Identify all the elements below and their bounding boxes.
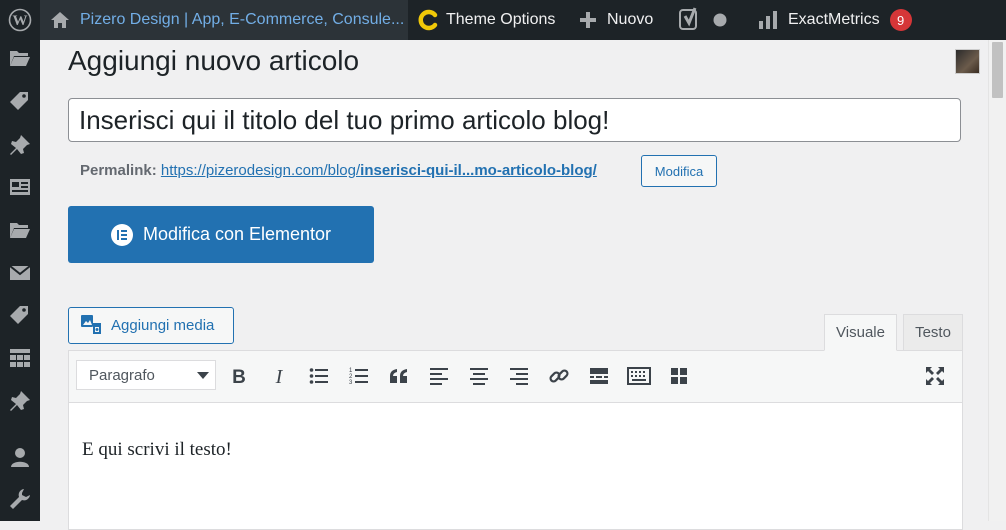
yoast-icon <box>679 7 701 33</box>
content-editor: Paragrafo B I 123 E qui scrivi il testo! <box>68 350 963 530</box>
scrollbar-thumb[interactable] <box>992 42 1003 98</box>
exactmetrics-menu[interactable]: ExactMetrics 9 <box>758 0 912 40</box>
svg-text:B: B <box>232 367 246 386</box>
align-right-icon[interactable] <box>506 363 532 389</box>
permalink-base: https://pizerodesign.com/blog/ <box>160 162 361 179</box>
permalink-slug: inserisci-qui-il...mo-articolo-blog/ <box>360 162 597 179</box>
fullscreen-icon[interactable] <box>922 363 948 389</box>
sidebar-item-products-tag-icon[interactable] <box>4 299 36 331</box>
tab-text[interactable]: Testo <box>903 314 963 351</box>
seo-status-dot-icon <box>713 13 727 27</box>
sidebar-item-mail-icon[interactable] <box>4 257 36 289</box>
site-name-label: Pizero Design | App, E-Commerce, Consule… <box>80 11 405 28</box>
elementor-button-label: Modifica con Elementor <box>142 224 332 244</box>
svg-text:I: I <box>275 366 284 386</box>
page-scrollbar[interactable] <box>988 40 1006 521</box>
grid-blocks-icon[interactable] <box>666 363 692 389</box>
italic-button[interactable]: I <box>266 363 292 389</box>
admin-sidebar <box>0 40 40 521</box>
home-icon <box>50 10 70 30</box>
admin-bar: W Pizero Design | App, E-Commerce, Consu… <box>0 0 1006 40</box>
chevron-down-icon <box>197 372 209 379</box>
avatar[interactable] <box>955 49 980 74</box>
bullet-list-icon[interactable] <box>306 363 332 389</box>
new-label: Nuovo <box>607 11 654 28</box>
tab-visual[interactable]: Visuale <box>824 314 897 351</box>
sidebar-item-table-icon[interactable] <box>4 342 36 374</box>
sidebar-item-tools-wrench-icon[interactable] <box>4 483 36 515</box>
theme-options-icon <box>418 9 440 31</box>
editor-toolbar: Paragrafo B I 123 <box>69 351 962 403</box>
permalink-row: Permalink: https://pizerodesign.com/blog… <box>80 162 597 179</box>
theme-options-label: Theme Options <box>446 11 556 28</box>
blockquote-icon[interactable] <box>386 363 412 389</box>
numbered-list-icon[interactable]: 123 <box>346 363 372 389</box>
format-select[interactable]: Paragrafo <box>76 360 216 390</box>
site-name-menu[interactable]: Pizero Design | App, E-Commerce, Consule… <box>40 0 408 40</box>
sidebar-item-users-icon[interactable] <box>4 441 36 473</box>
toolbar-toggle-keyboard-icon[interactable] <box>626 363 652 389</box>
add-media-label: Aggiungi media <box>111 317 215 334</box>
edit-permalink-button[interactable]: Modifica <box>641 155 717 187</box>
elementor-logo-icon <box>110 223 133 246</box>
bold-button[interactable]: B <box>226 363 252 389</box>
edit-with-elementor-button[interactable]: Modifica con Elementor <box>68 206 374 263</box>
yoast-seo-menu[interactable] <box>679 0 727 40</box>
align-center-icon[interactable] <box>466 363 492 389</box>
exactmetrics-label: ExactMetrics <box>788 11 880 28</box>
sidebar-item-folder-icon[interactable] <box>4 214 36 246</box>
editor-content[interactable]: E qui scrivi il testo! <box>82 439 232 461</box>
permalink-label: Permalink: <box>80 162 157 179</box>
sidebar-item-posts-pin-icon[interactable] <box>4 129 36 161</box>
sidebar-item-tags-icon[interactable] <box>4 85 36 117</box>
sidebar-item-media-folder-icon[interactable] <box>4 42 36 74</box>
svg-text:W: W <box>13 13 28 29</box>
bar-chart-icon <box>758 10 778 30</box>
sidebar-item-pages-icon[interactable] <box>4 171 36 203</box>
add-media-icon <box>80 314 102 338</box>
read-more-icon[interactable] <box>586 363 612 389</box>
insert-link-icon[interactable] <box>546 363 572 389</box>
notification-badge: 9 <box>889 9 912 31</box>
page-title: Aggiungi nuovo articolo <box>68 45 360 76</box>
svg-text:3: 3 <box>349 380 353 385</box>
format-select-value: Paragrafo <box>89 366 155 384</box>
sidebar-item-pin-icon[interactable] <box>4 385 36 417</box>
post-title-input[interactable] <box>68 98 961 142</box>
permalink-link[interactable]: https://pizerodesign.com/blog/inserisci-… <box>161 162 597 179</box>
plus-icon <box>579 11 597 29</box>
theme-options-menu[interactable]: Theme Options <box>418 0 555 40</box>
wordpress-logo-icon[interactable]: W <box>4 0 36 40</box>
new-content-menu[interactable]: Nuovo <box>579 0 653 40</box>
align-left-icon[interactable] <box>426 363 452 389</box>
add-media-button[interactable]: Aggiungi media <box>68 307 234 344</box>
